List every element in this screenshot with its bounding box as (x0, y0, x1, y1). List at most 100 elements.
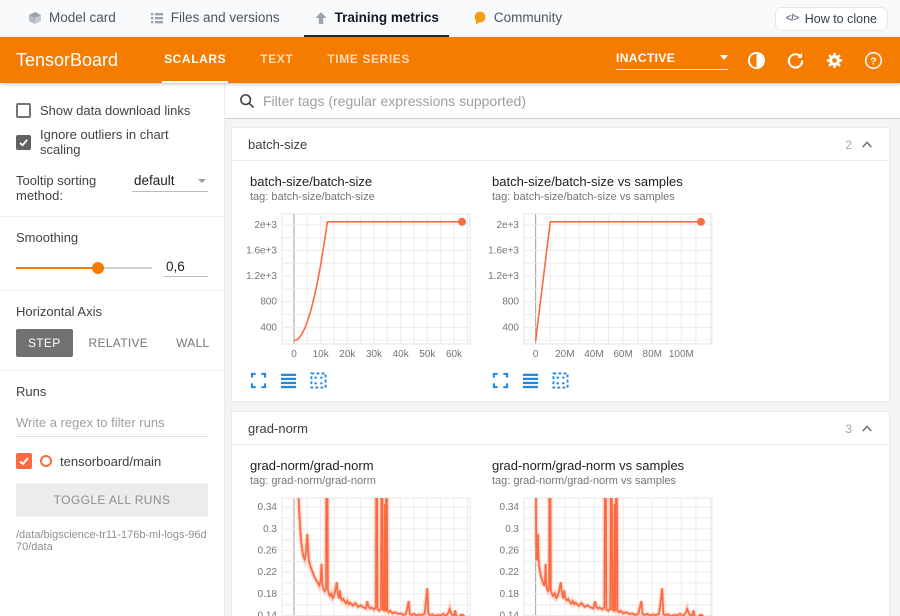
show-download-links-checkbox-row[interactable]: Show data download links (16, 103, 208, 118)
svg-text:20k: 20k (339, 349, 356, 360)
smoothing-slider[interactable] (16, 267, 152, 269)
tensorboard-sidebar: Show data download links Ignore outliers… (0, 83, 225, 616)
chart-canvas[interactable]: 020M40M60M80M100M0.140.180.220.260.30.34 (484, 492, 724, 616)
section-grad-norm-header[interactable]: grad-norm 3 (232, 412, 889, 445)
svg-text:60k: 60k (446, 349, 463, 360)
svg-text:?: ? (870, 56, 876, 67)
section-title: grad-norm (248, 421, 308, 436)
chart-title: batch-size/batch-size (242, 174, 482, 189)
svg-text:0.18: 0.18 (500, 589, 520, 600)
svg-text:10k: 10k (313, 349, 330, 360)
tag-filter-bar: Filter tags (regular expressions support… (225, 83, 900, 119)
tab-model-card[interactable]: Model card (18, 0, 126, 37)
tab-community[interactable]: Community (463, 0, 572, 37)
svg-text:2e+3: 2e+3 (254, 220, 277, 231)
svg-text:40k: 40k (393, 349, 410, 360)
chart-tag: tag: batch-size/batch-size vs samples (484, 189, 724, 208)
search-icon (239, 93, 255, 109)
haxis-relative-button[interactable]: RELATIVE (77, 329, 161, 357)
chevron-up-icon[interactable] (861, 424, 873, 433)
horizontal-axis-label: Horizontal Axis (16, 304, 208, 319)
main-content: Filter tags (regular expressions support… (225, 83, 900, 616)
section-batch-size-charts: batch-size/batch-size tag: batch-size/ba… (232, 161, 889, 401)
tooltip-sorting-select[interactable]: default (132, 173, 208, 192)
tab-scalars[interactable]: SCALARS (162, 37, 228, 83)
svg-text:80M: 80M (643, 349, 662, 360)
contrast-toggle-button[interactable] (745, 49, 767, 71)
smoothing-value-input[interactable]: 0,6 (164, 259, 208, 277)
fit-domain-icon[interactable] (310, 372, 327, 389)
model-card-icon (28, 11, 42, 25)
expand-chart-icon[interactable] (492, 372, 509, 389)
section-grad-norm-charts: grad-norm/grad-norm tag: grad-norm/grad-… (232, 445, 889, 616)
refresh-icon (786, 51, 805, 70)
svg-text:100M: 100M (669, 349, 694, 360)
chevron-up-icon[interactable] (861, 140, 873, 149)
community-icon (473, 11, 487, 25)
how-to-clone-button[interactable]: </> How to clone (775, 7, 888, 31)
runs-list-icon[interactable] (522, 372, 539, 389)
svg-text:400: 400 (260, 322, 277, 333)
chart-canvas[interactable]: 020M40M60M80M100M4008001.2e+31.6e+32e+3 (484, 208, 724, 367)
chart-batch-size-samples: batch-size/batch-size vs samples tag: ba… (484, 174, 724, 389)
help-button[interactable]: ? (862, 49, 884, 71)
tooltip-sorting-value: default (134, 173, 175, 188)
fit-domain-icon[interactable] (552, 372, 569, 389)
chart-canvas[interactable]: 010k20k30k40k50k60k4008001.2e+31.6e+32e+… (242, 208, 482, 367)
svg-text:0.3: 0.3 (505, 524, 519, 535)
svg-text:0: 0 (291, 349, 297, 360)
svg-text:30k: 30k (366, 349, 383, 360)
tab-files-and-versions[interactable]: Files and versions (140, 0, 290, 37)
tab-time-series[interactable]: TIME SERIES (325, 37, 412, 83)
divider (0, 290, 224, 291)
section-batch-size-header[interactable]: batch-size 2 (232, 128, 889, 161)
section-grad-norm: grad-norm 3 grad-norm/grad-norm tag: gra… (231, 411, 890, 616)
chart-tag: tag: grad-norm/grad-norm (242, 473, 482, 492)
run-row-tensorboard-main[interactable]: tensorboard/main (16, 453, 208, 469)
svg-text:0.14: 0.14 (500, 611, 520, 616)
section-title: batch-size (248, 137, 307, 152)
svg-text:0.22: 0.22 (258, 567, 278, 578)
svg-text:1.6e+3: 1.6e+3 (488, 246, 519, 257)
code-icon: </> (786, 13, 799, 24)
show-download-links-checkbox[interactable] (16, 103, 31, 118)
chart-toolbar (250, 372, 482, 389)
chart-title: grad-norm/grad-norm (242, 458, 482, 473)
tab-training-metrics[interactable]: Training metrics (304, 0, 449, 37)
tab-training-metrics-label: Training metrics (335, 10, 439, 25)
toggle-all-runs-button[interactable]: TOGGLE ALL RUNS (16, 483, 208, 517)
svg-text:20M: 20M (555, 349, 574, 360)
haxis-step-button[interactable]: STEP (16, 329, 73, 357)
chart-grad-norm-step: grad-norm/grad-norm tag: grad-norm/grad-… (242, 458, 482, 616)
divider (0, 216, 224, 217)
settings-button[interactable] (823, 49, 845, 71)
chart-toolbar (492, 372, 724, 389)
check-icon (18, 455, 30, 467)
chart-canvas[interactable]: 010k20k30k40k50k60k0.140.180.220.260.30.… (242, 492, 482, 616)
run-color-swatch (40, 455, 52, 467)
runs-filter-input[interactable]: Write a regex to filter runs (16, 413, 208, 437)
how-to-clone-label: How to clone (805, 12, 877, 26)
ignore-outliers-checkbox[interactable] (16, 135, 31, 150)
tab-model-card-label: Model card (49, 10, 116, 25)
chart-batch-size-step: batch-size/batch-size tag: batch-size/ba… (242, 174, 482, 389)
reload-status-select[interactable]: INACTIVE (616, 51, 728, 70)
tab-text[interactable]: TEXT (258, 37, 295, 83)
smoothing-slider-thumb[interactable] (92, 262, 104, 274)
expand-chart-icon[interactable] (250, 372, 267, 389)
svg-text:40M: 40M (584, 349, 603, 360)
runs-list-icon[interactable] (280, 372, 297, 389)
section-chart-count: 2 (845, 138, 852, 152)
help-icon: ? (864, 51, 883, 70)
svg-text:1.6e+3: 1.6e+3 (246, 246, 277, 257)
run-checkbox[interactable] (16, 453, 32, 469)
chart-tag: tag: batch-size/batch-size (242, 189, 482, 208)
gear-icon (825, 51, 844, 70)
ignore-outliers-checkbox-row[interactable]: Ignore outliers in chart scaling (16, 127, 208, 157)
ignore-outliers-label: Ignore outliers in chart scaling (40, 127, 208, 157)
haxis-wall-button[interactable]: WALL (164, 329, 221, 357)
chart-title: grad-norm/grad-norm vs samples (484, 458, 724, 473)
tag-filter-input[interactable]: Filter tags (regular expressions support… (263, 93, 900, 109)
divider (0, 370, 224, 371)
refresh-button[interactable] (784, 49, 806, 71)
